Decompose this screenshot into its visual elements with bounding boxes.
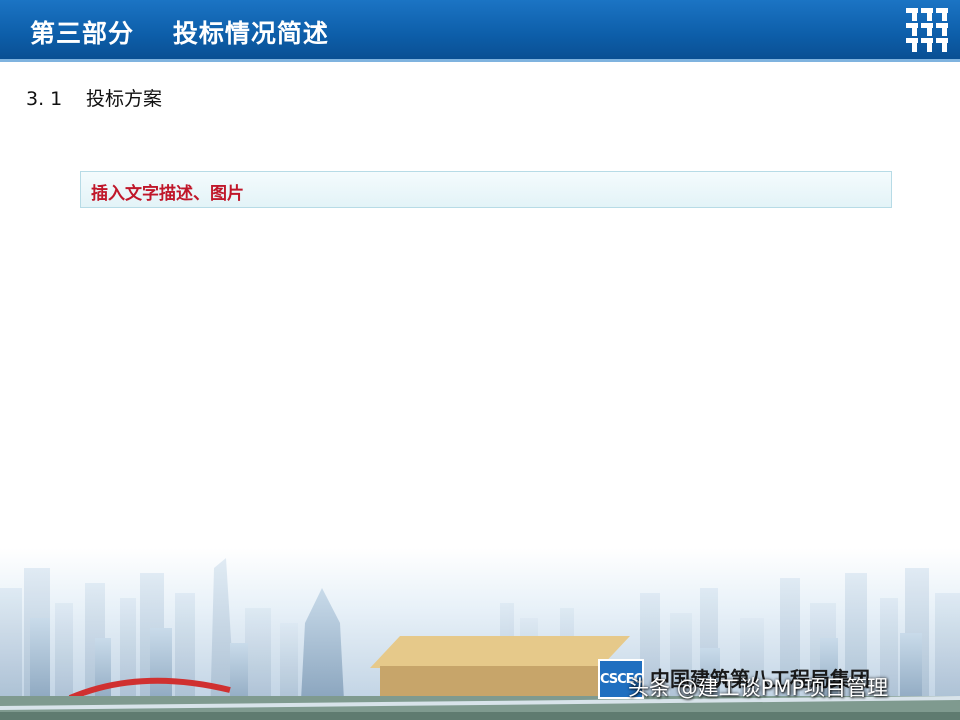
placeholder-text: 插入文字描述、图片 <box>91 184 244 204</box>
section-number: 3. 1 <box>26 88 63 110</box>
placeholder-box: 插入文字描述、图片 <box>80 171 892 208</box>
watermark-text: 头条 @建工谈PMP项目管理 <box>628 676 889 700</box>
company-grid-logo-icon <box>906 8 948 52</box>
header-bar: 第三部分 投标情况简述 <box>0 0 960 62</box>
section-title: 投标方案 <box>86 88 163 110</box>
section-heading: 3. 1 投标方案 <box>26 84 162 111</box>
page-title: 第三部分 投标情况简述 <box>30 19 329 48</box>
